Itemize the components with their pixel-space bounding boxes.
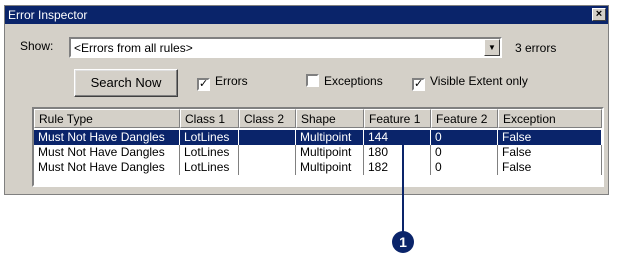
cell-class-2	[239, 160, 296, 175]
cell-rule-type: Must Not Have Dangles	[34, 130, 180, 145]
cell-class-2	[239, 145, 296, 160]
title-bar[interactable]: Error Inspector ×	[5, 6, 608, 24]
exceptions-checkbox[interactable]: Exceptions	[306, 74, 383, 88]
show-select[interactable]: <Errors from all rules> ▼	[69, 37, 502, 58]
cell-shape: Multipoint	[296, 160, 364, 175]
error-inspector-window: Error Inspector × Show: <Errors from all…	[4, 5, 609, 195]
errors-checkbox[interactable]: ✓ Errors	[197, 74, 248, 91]
cell-exception: False	[498, 145, 602, 160]
checkmark-icon[interactable]: ✓	[197, 78, 210, 91]
close-icon[interactable]: ×	[592, 8, 606, 21]
checkbox-box[interactable]	[306, 74, 319, 87]
cell-feature-1: 144	[364, 130, 431, 145]
column-header-feature-2[interactable]: Feature 2	[431, 109, 498, 128]
column-header-exception[interactable]: Exception	[498, 109, 602, 128]
cell-exception: False	[498, 160, 602, 175]
cell-feature-2: 0	[431, 145, 498, 160]
cell-exception: False	[498, 130, 602, 145]
column-header-class-1[interactable]: Class 1	[180, 109, 239, 128]
cell-feature-1: 180	[364, 145, 431, 160]
visible-extent-checkbox[interactable]: ✓ Visible Extent only	[412, 74, 528, 91]
chevron-down-icon[interactable]: ▼	[484, 39, 500, 56]
cell-feature-1: 182	[364, 160, 431, 175]
table-header: Rule Type Class 1 Class 2 Shape Feature …	[34, 109, 602, 128]
column-header-feature-1[interactable]: Feature 1	[364, 109, 431, 128]
cell-shape: Multipoint	[296, 130, 364, 145]
cell-class-1: LotLines	[180, 130, 239, 145]
table-row[interactable]: Must Not Have Dangles LotLines Multipoin…	[34, 160, 602, 175]
show-label: Show:	[20, 39, 54, 53]
checkmark-icon[interactable]: ✓	[412, 78, 425, 91]
errors-checkbox-label: Errors	[215, 74, 248, 88]
error-count: 3 errors	[515, 41, 557, 55]
errors-table: Rule Type Class 1 Class 2 Shape Feature …	[32, 107, 604, 187]
cell-class-2	[239, 130, 296, 145]
cell-feature-2: 0	[431, 130, 498, 145]
table-row[interactable]: Must Not Have Dangles LotLines Multipoin…	[34, 130, 602, 145]
table-row[interactable]: Must Not Have Dangles LotLines Multipoin…	[34, 145, 602, 160]
cell-class-1: LotLines	[180, 160, 239, 175]
cell-shape: Multipoint	[296, 145, 364, 160]
cell-rule-type: Must Not Have Dangles	[34, 160, 180, 175]
window-title: Error Inspector	[8, 8, 88, 22]
cell-class-1: LotLines	[180, 145, 239, 160]
callout-line	[402, 141, 404, 234]
visible-extent-checkbox-label: Visible Extent only	[430, 74, 528, 88]
search-now-button[interactable]: Search Now	[74, 69, 178, 97]
cell-feature-2: 0	[431, 160, 498, 175]
column-header-shape[interactable]: Shape	[296, 109, 364, 128]
callout-number: 1	[392, 231, 414, 253]
show-select-value: <Errors from all rules>	[74, 41, 193, 55]
exceptions-checkbox-label: Exceptions	[324, 74, 383, 88]
cell-rule-type: Must Not Have Dangles	[34, 145, 180, 160]
column-header-class-2[interactable]: Class 2	[239, 109, 296, 128]
column-header-rule-type[interactable]: Rule Type	[34, 109, 180, 128]
